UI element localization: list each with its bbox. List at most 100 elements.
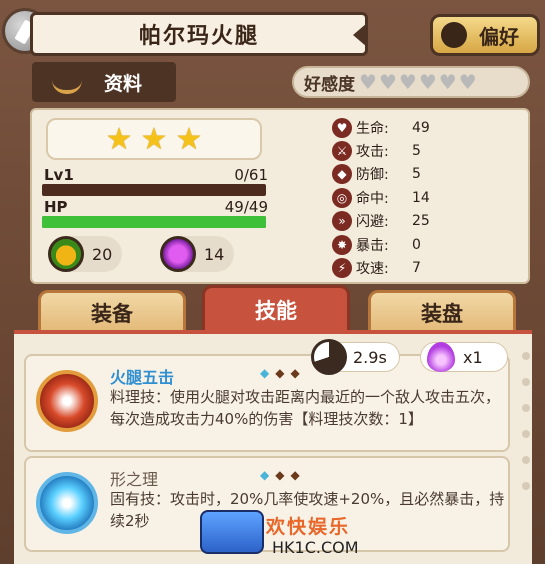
stat-label: 攻速: [356, 261, 389, 278]
heart-icon: ♥ [378, 70, 397, 94]
stat-value: 5 [412, 166, 421, 183]
cooldown-value: 2.9s [353, 347, 387, 367]
watermark-url: HK1C.COM [272, 538, 359, 557]
title-bar: 帕尔玛火腿 [30, 12, 368, 56]
target-icon: ◎ [332, 187, 352, 208]
potion-counter: 20 [48, 236, 122, 272]
affinity-label: 好感度 [304, 74, 355, 95]
character-info-panel: ★ ★ ★ Lv1 0/61 HP 49/49 20 14 ♥ 生命: 49 ⚔… [30, 108, 530, 284]
scroll-dot [522, 352, 530, 360]
stat-value: 49 [412, 119, 430, 136]
gem-counter: 14 [160, 236, 234, 272]
scroll-dot [522, 378, 530, 386]
heart-icon: ♥ [332, 117, 352, 138]
heart-icon: ♥ [438, 70, 457, 94]
affinity-bar: 好感度 ♥ ♥ ♥ ♥ ♥ ♥ [292, 66, 530, 98]
diamond-icon: ◆ [260, 366, 270, 380]
tab-label: 装备 [91, 301, 133, 326]
attack-icon: ⚔ [332, 141, 352, 162]
hp-bar-fill [42, 216, 266, 228]
diamond-icon: ◆ [275, 468, 285, 482]
dodge-icon: » [332, 211, 352, 232]
heart-icon: ♥ [359, 70, 377, 94]
stat-row: ✸ 暴击: 0 [332, 233, 522, 256]
scroll-indicator [522, 352, 530, 490]
favorite-button[interactable]: 偏好 [430, 14, 540, 56]
page-title: 帕尔玛火腿 [138, 24, 259, 49]
star-icon: ★ [140, 121, 168, 157]
stat-label: 防御: [356, 167, 389, 184]
heart-icon: ♥ [418, 70, 437, 94]
stat-row: ⚡ 攻速: 7 [332, 256, 522, 279]
stat-value: 7 [412, 260, 421, 277]
scroll-dot [522, 456, 530, 464]
hp-bar [42, 216, 266, 228]
diamond-icon: ◆ [290, 366, 300, 380]
tab-skills[interactable]: 技能 [202, 285, 350, 332]
stat-row: ⚔ 攻击: 5 [332, 139, 522, 162]
stat-label: 生命: [356, 120, 389, 137]
info-tab-label: 资料 [104, 72, 143, 95]
star-rating: ★ ★ ★ [46, 118, 262, 160]
gem-icon [160, 236, 196, 272]
tab-equipment[interactable]: 装备 [38, 290, 186, 332]
ham-strike-skill-icon [36, 370, 98, 432]
title-arrow-icon [353, 23, 367, 47]
tab-label: 技能 [255, 299, 297, 323]
tab-label: 装盘 [421, 301, 463, 326]
heart-icon: ♥ [458, 70, 477, 94]
level-row: Lv1 0/61 [44, 166, 268, 184]
gem-value: 14 [204, 244, 225, 264]
stat-label: 命中: [356, 190, 389, 207]
watermark: 欢快娱乐 HK1C.COM [196, 506, 366, 562]
scroll-dot [522, 404, 530, 412]
skill-name: 形之理 [110, 470, 159, 489]
potion-value: 20 [92, 244, 113, 264]
diamond-icon: ◆ [275, 366, 285, 380]
cooldown-badge: 2.9s [311, 339, 400, 375]
stat-label: 暴击: [356, 237, 389, 254]
stat-value: 5 [412, 143, 421, 160]
scroll-dot [522, 482, 530, 490]
pipe-icon [52, 72, 86, 94]
level-progress-text: 0/61 [234, 166, 268, 184]
stat-value: 25 [412, 213, 430, 230]
cost-value: x1 [463, 347, 483, 367]
level-label: Lv1 [44, 166, 74, 184]
crystal-skill-icon [36, 472, 98, 534]
stat-value: 14 [412, 189, 430, 206]
star-icon: ★ [175, 121, 203, 157]
stat-row: » 闪避: 25 [332, 210, 522, 233]
scroll-dot [522, 430, 530, 438]
skill-description: 料理技：使用火腿对攻击距离内最近的一个敌人攻击五次，每次造成攻击力40%的伤害【… [110, 388, 501, 428]
potion-icon [48, 236, 84, 272]
stat-row: ♥ 生命: 49 [332, 116, 522, 139]
clock-icon [311, 339, 347, 375]
favorite-dot-icon [441, 22, 467, 48]
stat-row: ◆ 防御: 5 [332, 163, 522, 186]
favorite-label: 偏好 [479, 24, 519, 49]
hp-value-text: 49/49 [224, 198, 268, 216]
watermark-logo-icon [200, 510, 264, 554]
tab-plate[interactable]: 装盘 [368, 290, 516, 332]
energy-drop-icon [427, 342, 455, 372]
stat-row: ◎ 命中: 14 [332, 186, 522, 209]
stat-value: 0 [412, 236, 421, 253]
affinity-hearts: ♥ ♥ ♥ ♥ ♥ ♥ [359, 72, 479, 92]
hp-row: HP 49/49 [44, 198, 268, 216]
stat-label: 攻击: [356, 144, 389, 161]
level-bar [42, 184, 266, 196]
watermark-text: 欢快娱乐 [266, 516, 351, 538]
skill-level-diamonds: ◆ ◆ ◆ [260, 468, 300, 482]
info-tab[interactable]: 资料 [32, 62, 176, 102]
heart-icon: ♥ [398, 70, 417, 94]
hp-label: HP [44, 198, 68, 216]
shield-icon: ◆ [332, 164, 352, 185]
diamond-icon: ◆ [290, 468, 300, 482]
stat-label: 闪避: [356, 214, 389, 231]
diamond-icon: ◆ [260, 468, 270, 482]
stats-list: ♥ 生命: 49 ⚔ 攻击: 5 ◆ 防御: 5 ◎ 命中: 14 » 闪避: … [332, 116, 522, 280]
cost-badge: x1 [420, 342, 508, 372]
crit-icon: ✸ [332, 234, 352, 255]
star-icon: ★ [105, 121, 133, 157]
